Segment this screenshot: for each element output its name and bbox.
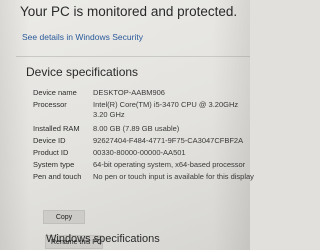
spec-label: Device name: [33, 88, 77, 97]
spec-label: Processor: [33, 100, 67, 109]
spec-value[interactable]: 00330-80000-00000-AA501: [93, 148, 186, 157]
protection-status-text: Your PC is monitored and protected.: [20, 4, 238, 19]
device-specifications-heading: Device specifications: [26, 65, 139, 79]
spec-value[interactable]: Intel(R) Core(TM) i5-3470 CPU @ 3.20GHz …: [93, 100, 253, 120]
spec-value[interactable]: 92627404-F484-4771-9F75-CA3047CFBF2A: [93, 136, 243, 145]
spec-label: Device ID: [33, 136, 66, 145]
windows-specifications-heading: Windows specifications: [46, 233, 160, 245]
spec-label: Installed RAM: [33, 124, 80, 133]
spec-value[interactable]: 8.00 GB (7.89 GB usable): [93, 124, 179, 133]
section-divider: [16, 56, 250, 57]
spec-label: System type: [33, 160, 75, 169]
copy-button[interactable]: Copy: [43, 210, 85, 224]
spec-value[interactable]: DESKTOP-AABM906: [93, 88, 165, 97]
spec-label: Product ID: [33, 148, 69, 157]
spec-value[interactable]: 64-bit operating system, x64-based proce…: [93, 160, 245, 169]
spec-label: Pen and touch: [33, 172, 82, 181]
system-about-page: Your PC is monitored and protected. See …: [0, 0, 254, 250]
windows-security-link[interactable]: See details in Windows Security: [22, 32, 143, 42]
spec-value[interactable]: No pen or touch input is available for t…: [93, 172, 254, 181]
